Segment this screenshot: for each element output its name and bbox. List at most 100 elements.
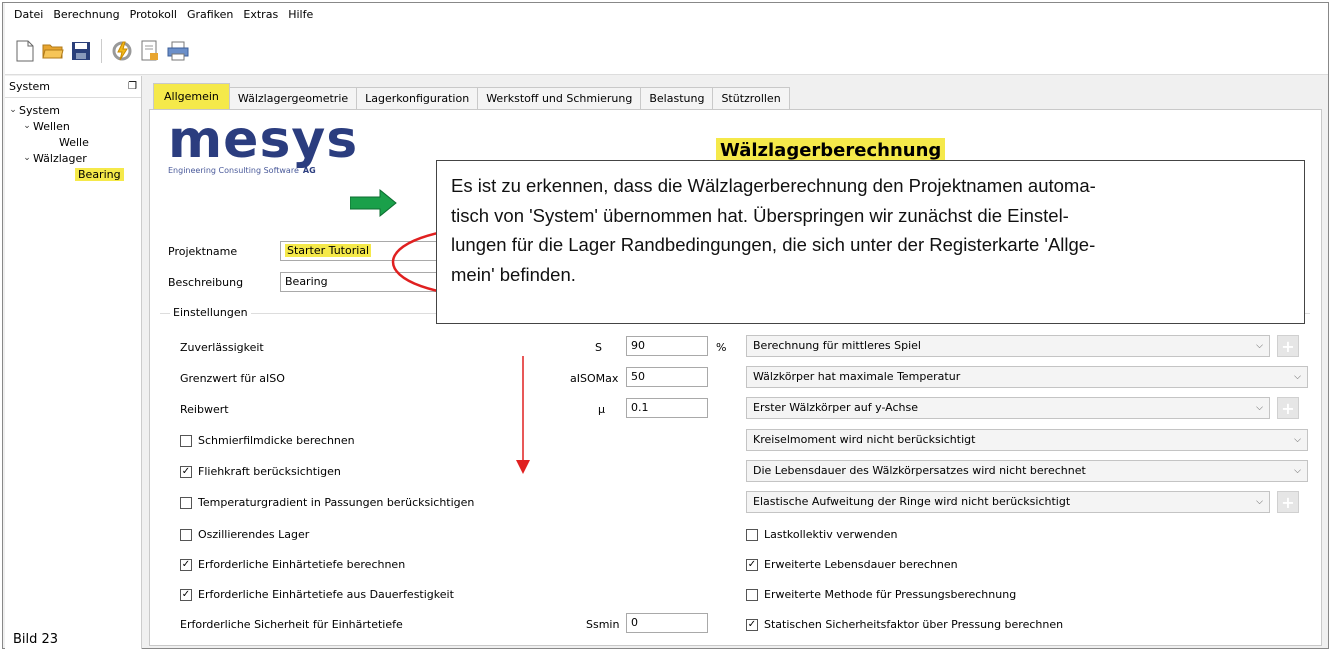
select-temperatur[interactable]: Wälzkörper hat maximale Temperatur ⌵ (746, 366, 1308, 388)
tab-stuetzrollen[interactable]: Stützrollen (712, 87, 790, 109)
checkbox-label: Erforderliche Einhärtetiefe aus Dauerfes… (198, 588, 454, 601)
checkbox-label: Lastkollektiv verwenden (764, 528, 898, 541)
checkbox-erweiterte-methode-pressung[interactable]: Erweiterte Methode für Pressungsberechnu… (746, 588, 1016, 601)
tree-item-bearing[interactable]: Bearing (5, 166, 141, 182)
red-arrow-icon (516, 356, 530, 474)
menu-protokoll[interactable]: Protokoll (125, 3, 182, 27)
select-elastische-aufweitung[interactable]: Elastische Aufweitung der Ringe wird nic… (746, 491, 1270, 513)
select-value: Berechnung für mittleres Spiel (753, 339, 921, 352)
checkbox-box[interactable] (180, 528, 192, 541)
chevron-down-icon[interactable]: ⌄ (21, 153, 33, 163)
report-icon[interactable] (138, 38, 162, 64)
mesys-logo: mesys Engineering Consulting Software AG (168, 110, 388, 186)
checkmark-icon[interactable]: ✓ (180, 588, 192, 601)
print-icon[interactable] (166, 38, 190, 64)
checkmark-icon[interactable]: ✓ (746, 618, 758, 631)
checkbox-einhaertetiefe-berechnen[interactable]: ✓ Erforderliche Einhärtetiefe berechnen (180, 558, 405, 571)
checkbox-statischer-sicherheitsfaktor[interactable]: ✓ Statischen Sicherheitsfaktor über Pres… (746, 618, 1063, 631)
checkbox-fliehkraft[interactable]: ✓ Fliehkraft berücksichtigen (180, 465, 341, 478)
zuverlaessigkeit-label: Zuverlässigkeit (180, 341, 264, 354)
select-kreiselmoment[interactable]: Kreiselmoment wird nicht berücksichtigt … (746, 429, 1308, 451)
add-button[interactable]: + (1277, 397, 1299, 419)
tab-allgemein[interactable]: Allgemein (153, 83, 230, 109)
tab-werkstoff-und-schmierung[interactable]: Werkstoff und Schmierung (477, 87, 642, 109)
panel-title: System (9, 80, 51, 93)
callout-line-1: Es ist zu erkennen, dass die Wälzlagerbe… (451, 175, 1096, 196)
checkbox-label: Temperaturgradient in Passungen berücksi… (198, 496, 475, 509)
open-folder-icon[interactable] (41, 38, 65, 64)
tab-lagerkonfiguration[interactable]: Lagerkonfiguration (356, 87, 479, 109)
menu-hilfe[interactable]: Hilfe (283, 3, 318, 27)
projektname-label: Projektname (168, 245, 238, 258)
chevron-down-icon[interactable]: ⌵ (1294, 461, 1301, 481)
tree-item-label: Wälzlager (33, 151, 87, 165)
checkbox-einhaertetiefe-dauerfestigkeit[interactable]: ✓ Erforderliche Einhärtetiefe aus Dauerf… (180, 588, 454, 601)
checkbox-erweiterte-lebensdauer[interactable]: ✓ Erweiterte Lebensdauer berechnen (746, 558, 958, 571)
chevron-down-icon[interactable]: ⌄ (7, 105, 19, 115)
checkmark-icon[interactable]: ✓ (746, 558, 758, 571)
tree-item-system[interactable]: ⌄ System (5, 102, 141, 118)
figure-caption: Bild 23 (13, 632, 59, 647)
checkbox-box[interactable] (180, 496, 192, 509)
chevron-down-icon[interactable]: ⌵ (1256, 492, 1263, 512)
menu-grafiken[interactable]: Grafiken (182, 3, 238, 27)
select-value: Kreiselmoment wird nicht berücksichtigt (753, 433, 976, 446)
callout-line-3: lungen für die Lager Randbedingungen, di… (451, 234, 1096, 255)
select-value: Elastische Aufweitung der Ringe wird nic… (753, 495, 1071, 508)
chevron-down-icon[interactable]: ⌵ (1294, 367, 1301, 387)
zuverlaessigkeit-input[interactable]: 90 (626, 336, 708, 356)
menu-datei[interactable]: Datei (9, 3, 48, 27)
checkbox-oszillierendes-lager[interactable]: Oszillierendes Lager (180, 528, 309, 541)
select-spiel[interactable]: Berechnung für mittleres Spiel ⌵ (746, 335, 1270, 357)
grenzwert-input[interactable]: 50 (626, 367, 708, 387)
logo-wordmark: mesys (168, 110, 359, 170)
tree-item-waelzlager[interactable]: ⌄ Wälzlager (5, 150, 141, 166)
checkbox-box[interactable] (180, 434, 192, 447)
chevron-down-icon[interactable]: ⌄ (21, 121, 33, 131)
checkbox-label: Erforderliche Einhärtetiefe berechnen (198, 558, 406, 571)
chevron-down-icon[interactable]: ⌵ (1294, 430, 1301, 450)
green-arrow-icon (350, 188, 397, 218)
ssmin-symbol: Ssmin (586, 618, 620, 631)
checkbox-temperaturgradient[interactable]: Temperaturgradient in Passungen berücksi… (180, 496, 474, 509)
restore-panel-icon[interactable]: ❐ (128, 81, 137, 92)
new-file-icon[interactable] (13, 38, 37, 64)
select-lebensdauer-waelzkoerpersatz[interactable]: Die Lebensdauer des Wälzkörpersatzes wir… (746, 460, 1308, 482)
checkbox-lastkollektiv[interactable]: Lastkollektiv verwenden (746, 528, 898, 541)
tree-item-label: System (19, 103, 61, 117)
reibwert-input[interactable]: 0.1 (626, 398, 708, 418)
chevron-down-icon[interactable]: ⌵ (1256, 398, 1263, 418)
annotation-callout: Es ist zu erkennen, dass die Wälzlagerbe… (436, 160, 1305, 324)
checkbox-schmierfilmdicke[interactable]: Schmierfilmdicke berechnen (180, 434, 355, 447)
tab-belastung[interactable]: Belastung (640, 87, 714, 109)
checkmark-icon[interactable]: ✓ (180, 465, 192, 478)
menu-extras[interactable]: Extras (238, 3, 283, 27)
tree-item-welle[interactable]: Welle (5, 134, 141, 150)
reibwert-symbol: μ (598, 403, 605, 416)
system-tree: ⌄ System ⌄ Wellen Welle ⌄ Wälzlager Bear… (5, 98, 141, 182)
save-icon[interactable] (69, 38, 93, 64)
grenzwert-symbol: aISOMax (570, 372, 619, 385)
ssmin-input[interactable]: 0 (626, 613, 708, 633)
checkbox-label: Fliehkraft berücksichtigen (198, 465, 341, 478)
checkbox-label: Erweiterte Methode für Pressungsberechnu… (764, 588, 1017, 601)
checkmark-icon[interactable]: ✓ (180, 558, 192, 571)
ssmin-label: Erforderliche Sicherheit für Einhärtetie… (180, 618, 403, 631)
calculate-icon[interactable] (110, 38, 134, 64)
projektname-value: Starter Tutorial (285, 244, 372, 257)
menu-berechnung[interactable]: Berechnung (48, 3, 124, 27)
panel-header: System ❐ (5, 76, 141, 98)
tab-waelzlagergeometrie[interactable]: Wälzlagergeometrie (228, 87, 358, 109)
chevron-down-icon[interactable]: ⌵ (1256, 336, 1263, 356)
checkbox-label: Oszillierendes Lager (198, 528, 310, 541)
application-window: Datei Berechnung Protokoll Grafiken Extr… (2, 2, 1329, 649)
checkbox-box[interactable] (746, 588, 758, 601)
checkbox-label: Schmierfilmdicke berechnen (198, 434, 355, 447)
select-waelzkoerper-position[interactable]: Erster Wälzkörper auf y-Achse ⌵ (746, 397, 1270, 419)
add-button[interactable]: + (1277, 491, 1299, 513)
checkbox-box[interactable] (746, 528, 758, 541)
tree-item-wellen[interactable]: ⌄ Wellen (5, 118, 141, 134)
select-value: Erster Wälzkörper auf y-Achse (753, 401, 919, 414)
add-button[interactable]: + (1277, 335, 1299, 357)
tab-bar: Allgemein Wälzlagergeometrie Lagerkonfig… (153, 83, 790, 109)
